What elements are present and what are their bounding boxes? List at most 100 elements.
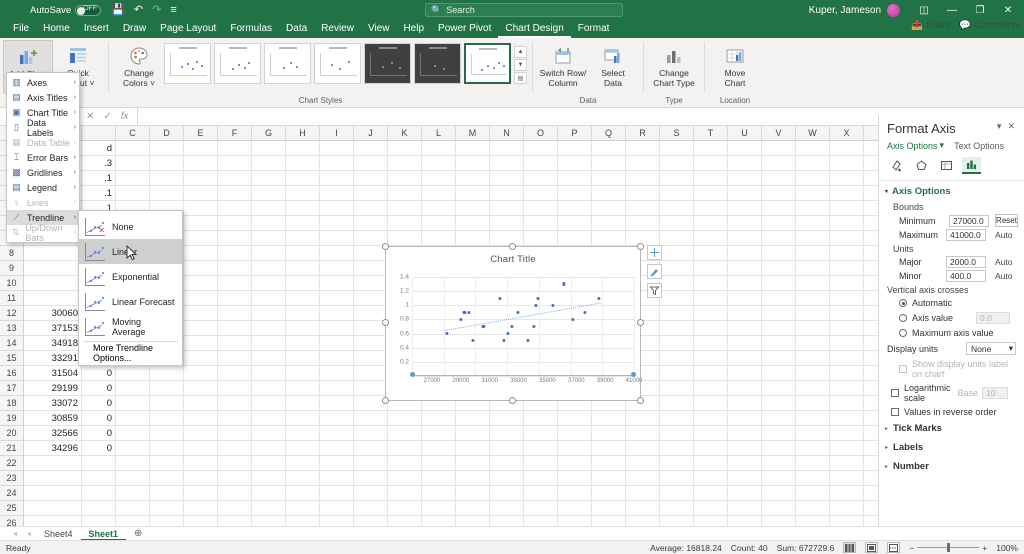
cell[interactable] [796, 516, 830, 526]
cell[interactable] [320, 291, 354, 306]
minor-auto-label[interactable]: Auto [995, 271, 1018, 281]
row-header[interactable]: 16 [0, 366, 24, 381]
cell[interactable] [422, 516, 456, 526]
cell[interactable] [82, 516, 116, 526]
cell[interactable] [830, 426, 864, 441]
cell[interactable] [24, 246, 82, 261]
table-row[interactable]: 30859 0 [24, 411, 1024, 426]
undo-icon[interactable]: ↶ [134, 4, 143, 16]
column-header[interactable]: L [422, 126, 456, 140]
cell[interactable] [762, 201, 796, 216]
cell[interactable] [286, 306, 320, 321]
cell[interactable] [252, 471, 286, 486]
column-header[interactable]: X [830, 126, 864, 140]
reverse-order-row[interactable]: Values in reverse order [879, 405, 1024, 419]
cell[interactable] [660, 276, 694, 291]
cell[interactable] [558, 216, 592, 231]
cell[interactable] [694, 306, 728, 321]
cell[interactable] [286, 501, 320, 516]
cell[interactable] [490, 216, 524, 231]
cell[interactable] [388, 156, 422, 171]
cell[interactable] [422, 231, 456, 246]
cell[interactable] [830, 456, 864, 471]
cell[interactable]: 0 [82, 366, 116, 381]
row-header[interactable]: 25 [0, 501, 24, 516]
cell[interactable] [354, 261, 388, 276]
cell[interactable] [456, 441, 490, 456]
cell[interactable] [456, 516, 490, 526]
cell[interactable] [796, 366, 830, 381]
cell[interactable] [286, 366, 320, 381]
cell[interactable] [422, 456, 456, 471]
cell[interactable] [218, 291, 252, 306]
table-row[interactable]: d [24, 141, 1024, 156]
column-header[interactable]: S [660, 126, 694, 140]
cell[interactable] [320, 471, 354, 486]
cell[interactable] [660, 336, 694, 351]
cell[interactable] [490, 171, 524, 186]
cell[interactable] [796, 261, 830, 276]
cell[interactable] [490, 156, 524, 171]
cell[interactable] [252, 201, 286, 216]
chart-object[interactable]: Chart Title 0.2 0.4 0.6 0.8 1 1.2 1.4 27000 290… [385, 246, 642, 401]
gallery-scroll-up-button[interactable]: ▲ [514, 46, 527, 58]
cell[interactable] [694, 411, 728, 426]
cell[interactable] [694, 366, 728, 381]
cell[interactable]: .3 [82, 156, 116, 171]
cell[interactable] [626, 501, 660, 516]
cell[interactable] [830, 471, 864, 486]
cell[interactable] [422, 426, 456, 441]
cell[interactable]: 0 [82, 396, 116, 411]
cell[interactable] [796, 351, 830, 366]
cell[interactable] [354, 441, 388, 456]
cell[interactable] [796, 141, 830, 156]
cell[interactable] [762, 486, 796, 501]
log-scale-row[interactable]: Logarithmic scale Base 10 [879, 381, 1024, 405]
cell[interactable] [490, 411, 524, 426]
cell[interactable] [184, 441, 218, 456]
cell[interactable] [82, 471, 116, 486]
cell[interactable] [456, 216, 490, 231]
cell[interactable] [286, 486, 320, 501]
cell[interactable] [388, 456, 422, 471]
cell[interactable] [830, 141, 864, 156]
cell[interactable] [388, 186, 422, 201]
cell[interactable] [558, 201, 592, 216]
cell[interactable] [116, 396, 150, 411]
cell[interactable] [558, 186, 592, 201]
gallery-more-button[interactable]: ▤ [514, 72, 527, 84]
cell[interactable] [252, 291, 286, 306]
cell[interactable] [184, 291, 218, 306]
cell[interactable] [830, 366, 864, 381]
cell[interactable] [116, 171, 150, 186]
cell[interactable] [694, 456, 728, 471]
zoom-thumb[interactable] [947, 543, 951, 552]
cell[interactable] [762, 366, 796, 381]
column-header[interactable]: G [252, 126, 286, 140]
cell[interactable] [82, 456, 116, 471]
cell[interactable] [830, 246, 864, 261]
column-header[interactable]: N [490, 126, 524, 140]
cell[interactable] [184, 171, 218, 186]
cell[interactable] [762, 336, 796, 351]
cell[interactable] [184, 216, 218, 231]
cell[interactable] [116, 426, 150, 441]
cell[interactable] [660, 201, 694, 216]
cell[interactable] [354, 216, 388, 231]
data-point[interactable] [526, 339, 530, 343]
cell[interactable] [354, 501, 388, 516]
column-header[interactable]: D [150, 126, 184, 140]
cell[interactable] [728, 291, 762, 306]
chart-elements-button[interactable] [647, 245, 662, 260]
cell[interactable] [218, 456, 252, 471]
chart-style-thumb[interactable] [364, 43, 411, 84]
cell[interactable] [524, 141, 558, 156]
row-header[interactable]: 24 [0, 486, 24, 501]
cell[interactable] [286, 516, 320, 526]
cell[interactable] [252, 141, 286, 156]
chart-filters-button[interactable] [647, 283, 662, 298]
cell[interactable] [524, 471, 558, 486]
cell[interactable] [490, 486, 524, 501]
cell[interactable] [660, 456, 694, 471]
more-trendline-options-item[interactable]: More Trendline Options... [79, 343, 182, 363]
